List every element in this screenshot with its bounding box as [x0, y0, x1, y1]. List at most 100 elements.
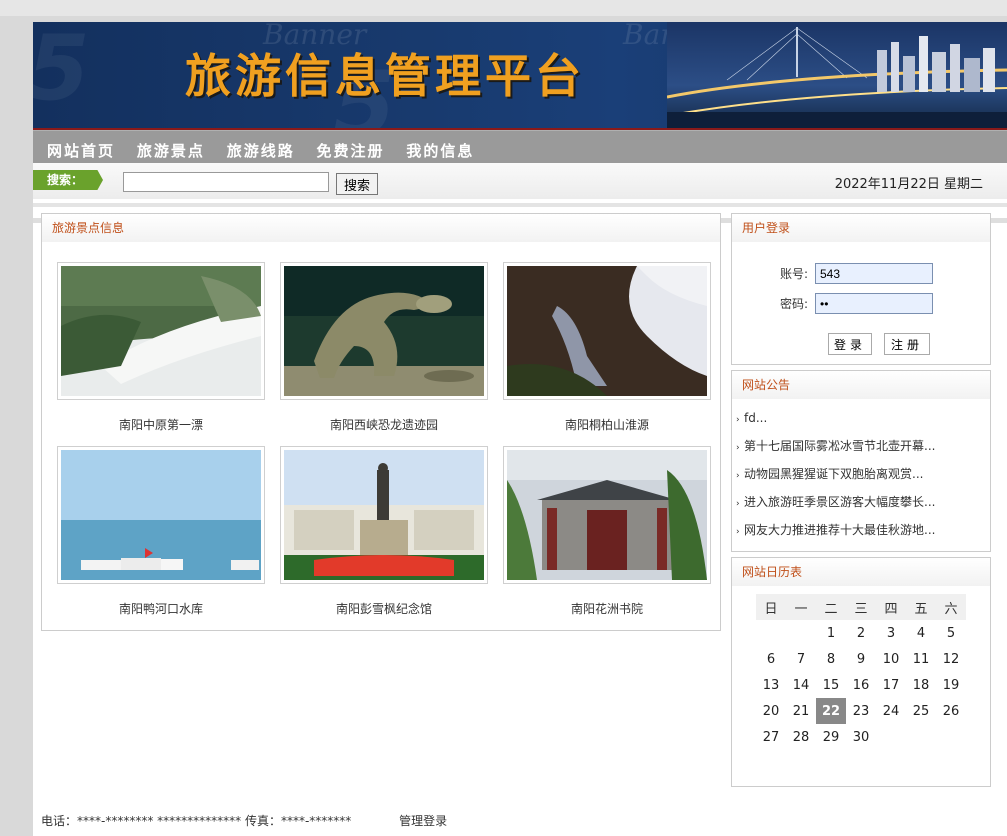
attraction-name[interactable]: 南阳中原第一漂 — [57, 416, 265, 433]
calendar-day[interactable]: 20 — [756, 698, 786, 724]
account-field[interactable] — [815, 263, 933, 284]
calendar-day[interactable]: 27 — [756, 724, 786, 750]
notice-link[interactable]: 动物园黑猩猩诞下双胞胎离观赏... — [744, 467, 923, 481]
bullet-arrow-icon: › — [736, 443, 740, 453]
attraction-name[interactable]: 南阳鸭河口水库 — [57, 600, 265, 617]
calendar-day[interactable]: 23 — [846, 698, 876, 724]
login-button[interactable]: 登录 — [828, 333, 872, 355]
calendar-days: 1 2 3 4 5 6 7 8 9 10 11 12 13 14 15 16 17 18 19 20 21 22 23 24 2… — [756, 620, 966, 750]
attraction-card[interactable]: 南阳西峡恐龙遗迹园 — [280, 262, 488, 433]
attraction-photo[interactable] — [503, 446, 711, 584]
password-field[interactable] — [815, 293, 933, 314]
reservoir-boats-image — [61, 450, 261, 580]
calendar-day[interactable]: 3 — [876, 620, 906, 646]
notice-panel-title: 网站公告 — [732, 371, 990, 399]
calendar-week: 12345 — [756, 620, 966, 646]
calendar-day[interactable]: 25 — [906, 698, 936, 724]
password-label: 密码: — [780, 297, 809, 311]
calendar-empty — [786, 620, 816, 646]
notice-item[interactable]: › 第十七届国际雾凇冰雪节北壶开幕... — [736, 437, 990, 465]
attraction-card[interactable]: 南阳鸭河口水库 — [57, 446, 265, 617]
login-panel: 用户登录 账号: 密码: 登录 注册 — [731, 213, 991, 365]
calendar-day[interactable]: 6 — [756, 646, 786, 672]
calendar-day[interactable]: 13 — [756, 672, 786, 698]
calendar-day[interactable]: 9 — [846, 646, 876, 672]
attraction-name[interactable]: 南阳花洲书院 — [503, 600, 711, 617]
attraction-name[interactable]: 南阳西峡恐龙遗迹园 — [280, 416, 488, 433]
attraction-card[interactable]: 南阳花洲书院 — [503, 446, 711, 617]
site-title: 旅游信息管理平台 — [185, 49, 585, 103]
calendar-day[interactable]: 21 — [786, 698, 816, 724]
attraction-name[interactable]: 南阳彭雪枫纪念馆 — [280, 600, 488, 617]
calendar-weekday: 二 — [816, 594, 846, 620]
nav-attractions[interactable]: 旅游景点 — [137, 140, 205, 161]
notice-link[interactable]: 网友大力推进推荐十大最佳秋游地... — [744, 523, 935, 537]
attraction-photo[interactable] — [280, 262, 488, 400]
nav-my-info[interactable]: 我的信息 — [406, 140, 474, 161]
calendar-weekday: 四 — [876, 594, 906, 620]
nav-register[interactable]: 免费注册 — [317, 140, 385, 161]
calendar-empty — [876, 724, 906, 750]
calendar-weekday-row: 日一二三四五六 — [756, 594, 966, 620]
search-button[interactable]: 搜索 — [336, 173, 378, 195]
calendar-day[interactable]: 14 — [786, 672, 816, 698]
calendar-day[interactable]: 10 — [876, 646, 906, 672]
calendar-day[interactable]: 19 — [936, 672, 966, 698]
calendar-day[interactable]: 29 — [816, 724, 846, 750]
calendar-day[interactable]: 17 — [876, 672, 906, 698]
calendar-day[interactable]: 15 — [816, 672, 846, 698]
account-label: 账号: — [780, 267, 809, 281]
bullet-arrow-icon: › — [736, 499, 740, 509]
calendar-week: 6 7 8 9 10 11 12 — [756, 646, 966, 672]
calendar-panel-title: 网站日历表 — [732, 558, 990, 586]
calendar-day[interactable]: 7 — [786, 646, 816, 672]
calendar-day[interactable]: 8 — [816, 646, 846, 672]
attraction-photo[interactable] — [57, 262, 265, 400]
search-input[interactable] — [123, 172, 329, 192]
notice-item[interactable]: › 网友大力推进推荐十大最佳秋游地... — [736, 521, 990, 549]
calendar-day[interactable]: 1 — [816, 620, 846, 646]
admin-login-link[interactable]: 管理登录 — [399, 814, 447, 828]
calendar-day[interactable]: 30 — [846, 724, 876, 750]
calendar-day[interactable]: 28 — [786, 724, 816, 750]
notice-item[interactable]: › fd... — [736, 409, 990, 437]
calendar-day[interactable]: 12 — [936, 646, 966, 672]
nav-home[interactable]: 网站首页 — [47, 140, 115, 161]
attraction-card[interactable]: 南阳中原第一漂 — [57, 262, 265, 433]
attraction-photo[interactable] — [280, 446, 488, 584]
attraction-card[interactable]: 南阳桐柏山淮源 — [503, 262, 711, 433]
calendar-day[interactable]: 18 — [906, 672, 936, 698]
calendar-day[interactable]: 5 — [936, 620, 966, 646]
calendar-weekday: 六 — [936, 594, 966, 620]
notice-link[interactable]: 第十七届国际雾凇冰雪节北壶开幕... — [744, 439, 935, 453]
calendar-empty — [906, 724, 936, 750]
main-nav: 网站首页 旅游景点 旅游线路 免费注册 我的信息 — [33, 130, 1007, 163]
register-button[interactable]: 注册 — [884, 333, 930, 355]
notice-list: › fd... › 第十七届国际雾凇冰雪节北壶开幕... › 动物园黑猩猩诞下双胞胎离… — [732, 399, 990, 549]
notice-link[interactable]: 进入旅游旺季景区游客大幅度攀长... — [744, 495, 935, 509]
notice-item[interactable]: › 进入旅游旺季景区游客大幅度攀长... — [736, 493, 990, 521]
attraction-card[interactable]: 南阳彭雪枫纪念馆 — [280, 446, 488, 617]
calendar-day[interactable]: 26 — [936, 698, 966, 724]
attraction-name[interactable]: 南阳桐柏山淮源 — [503, 416, 711, 433]
notice-link[interactable]: fd... — [744, 411, 767, 425]
footer: 电话：****-******** ************** 传真：****-… — [41, 812, 447, 829]
attraction-photo[interactable] — [57, 446, 265, 584]
bullet-arrow-icon: › — [736, 415, 740, 425]
calendar-table: 日一二三四五六 1 2 3 4 5 6 7 8 9 10 11 12 13 14 15 16 17 18 19 20 2… — [756, 594, 966, 750]
calendar-day[interactable]: 16 — [846, 672, 876, 698]
banner-bg-numeral: 5 — [33, 22, 90, 121]
nav-routes[interactable]: 旅游线路 — [227, 140, 295, 161]
tongbai-mountain-image — [507, 266, 707, 396]
calendar-day[interactable]: 24 — [876, 698, 906, 724]
calendar-empty — [936, 724, 966, 750]
calendar-day[interactable]: 11 — [906, 646, 936, 672]
dinosaur-park-image — [284, 266, 484, 396]
calendar-day[interactable]: 4 — [906, 620, 936, 646]
calendar-day[interactable]: 2 — [846, 620, 876, 646]
divider — [991, 218, 1007, 223]
calendar-weekday: 五 — [906, 594, 936, 620]
attraction-photo[interactable] — [503, 262, 711, 400]
calendar-day-today[interactable]: 22 — [816, 698, 846, 724]
notice-item[interactable]: › 动物园黑猩猩诞下双胞胎离观赏... — [736, 465, 990, 493]
